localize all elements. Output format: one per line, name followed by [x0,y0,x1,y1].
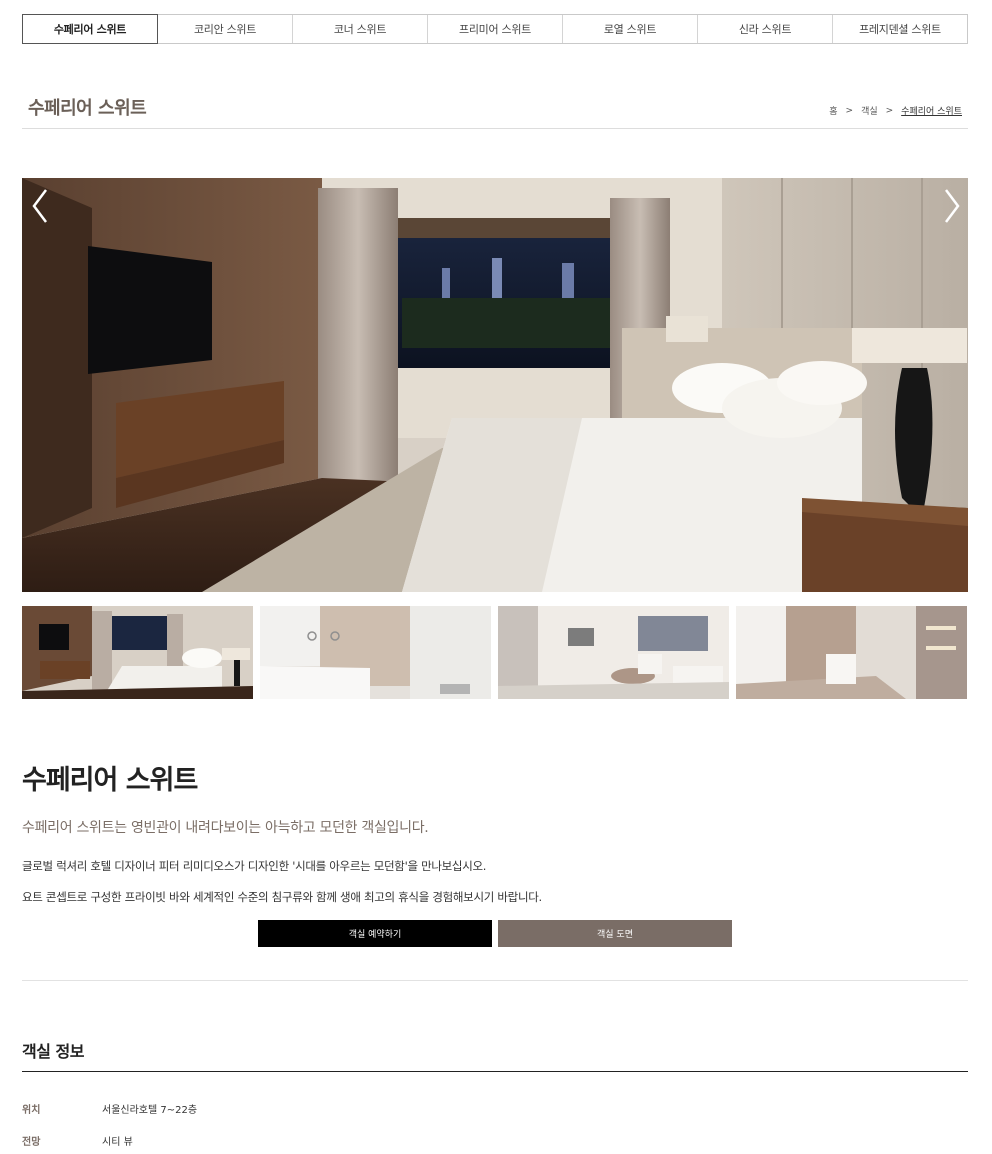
tab-superior-suite[interactable]: 수페리어 스위트 [22,14,158,44]
room-title: 수페리어 스위트 [22,765,198,796]
breadcrumb-current[interactable]: 수페리어 스위트 [901,104,962,117]
prev-slide-button[interactable] [28,184,52,228]
thumbnail-bedroom[interactable] [22,606,253,699]
info-value: 시티 뷰 [102,1137,133,1148]
thumbnail-study[interactable] [736,606,967,699]
tab-premier-suite[interactable]: 프리미어 스위트 [428,15,563,43]
thumbnail-living-room[interactable] [498,606,729,699]
tab-korean-suite[interactable]: 코리안 스위트 [158,15,293,43]
divider [22,1071,968,1072]
chevron-right-icon: > [885,105,894,116]
bedroom-photo [22,178,968,592]
tab-shilla-suite[interactable]: 신라 스위트 [698,15,833,43]
chevron-right-icon [945,189,960,223]
info-key: 위치 [22,1105,41,1116]
info-row-location: 위치 서울신라호텔 7~22층 [22,1101,197,1116]
thumbnail-bathroom[interactable] [260,606,491,699]
divider [22,980,968,981]
tab-corner-suite[interactable]: 코너 스위트 [293,15,428,43]
info-value: 서울신라호텔 7~22층 [102,1105,198,1116]
tab-royal-suite[interactable]: 로열 스위트 [563,15,698,43]
page-title: 수페리어 스위트 [28,98,147,119]
floor-plan-button[interactable]: 객실 도면 [498,920,732,947]
room-photo-main [22,178,968,592]
room-info-title: 객실 정보 [22,1042,84,1061]
reserve-room-button[interactable]: 객실 예약하기 [258,920,492,947]
room-subtitle: 수페리어 스위트는 영빈관이 내려다보이는 아늑하고 모던한 객실입니다. [22,820,429,836]
info-key: 전망 [22,1137,41,1148]
info-row-view: 전망 시티 뷰 [22,1133,133,1148]
room-description-2: 요트 콘셉트로 구성한 프라이빗 바와 세계적인 수준의 침구류와 함께 생애 … [22,890,542,904]
breadcrumb-rooms[interactable]: 객실 [861,104,878,117]
chevron-left-icon [32,189,47,223]
thumbnail-strip [22,606,968,699]
divider [22,128,968,129]
room-description-1: 글로벌 럭셔리 호텔 디자이너 피터 리미디오스가 디자인한 '시대를 아우르는… [22,859,487,873]
tab-presidential-suite[interactable]: 프레지덴셜 스위트 [833,15,967,43]
breadcrumb-home[interactable]: 홈 [829,104,837,117]
room-type-tabs: 수페리어 스위트 코리안 스위트 코너 스위트 프리미어 스위트 로열 스위트 … [22,14,968,44]
breadcrumb: 홈 > 객실 > 수페리어 스위트 [829,104,962,118]
chevron-right-icon: > [845,105,854,116]
next-slide-button[interactable] [940,184,964,228]
